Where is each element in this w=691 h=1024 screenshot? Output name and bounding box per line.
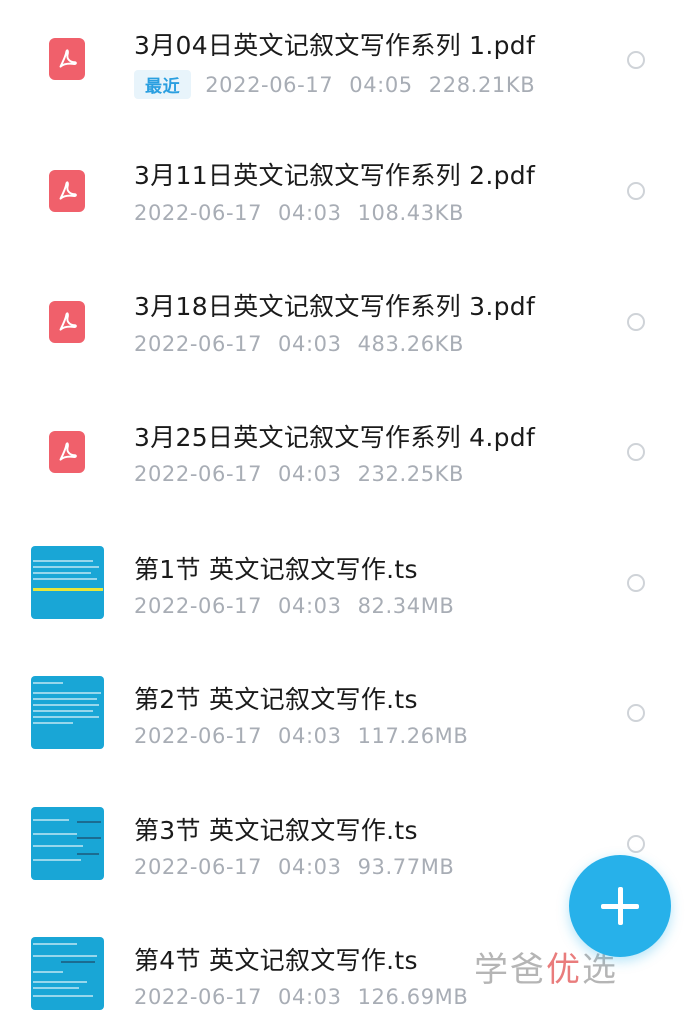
file-meta: 2022-06-17 04:03 117.26MB — [134, 724, 468, 748]
file-date: 2022-06-17 — [134, 724, 263, 748]
file-size: 228.21KB — [428, 72, 536, 97]
file-time: 04:03 — [278, 332, 342, 356]
pdf-file-icon — [49, 38, 85, 80]
file-time: 04:03 — [278, 462, 342, 486]
file-date: 2022-06-17 — [205, 72, 334, 97]
file-name: 3月11日英文记叙文写作系列 2.pdf — [134, 161, 536, 190]
file-meta: 2022-06-17 04:03 232.25KB — [134, 462, 464, 486]
file-row[interactable]: 3月25日英文记叙文写作系列 4.pdf 2022-06-17 04:03 23… — [0, 391, 691, 521]
watermark-text-1: 学爸 — [474, 950, 546, 990]
file-row[interactable]: 3月11日英文记叙文写作系列 2.pdf 2022-06-17 04:03 10… — [0, 130, 691, 260]
file-name: 3月25日英文记叙文写作系列 4.pdf — [134, 423, 536, 452]
select-radio-icon[interactable] — [627, 704, 645, 722]
select-radio-icon[interactable] — [627, 443, 645, 461]
file-date: 2022-06-17 — [134, 332, 263, 356]
file-date: 2022-06-17 — [134, 985, 263, 1009]
video-thumbnail — [31, 807, 104, 880]
file-meta: 2022-06-17 04:03 126.69MB — [134, 985, 468, 1009]
select-radio-icon[interactable] — [627, 313, 645, 331]
select-radio-icon[interactable] — [627, 51, 645, 69]
file-meta: 最近 2022-06-17 04:05 228.21KB — [134, 70, 535, 99]
recent-badge: 最近 — [134, 70, 192, 99]
file-size: 232.25KB — [357, 462, 465, 486]
file-date: 2022-06-17 — [134, 462, 263, 486]
pdf-file-icon — [49, 431, 85, 473]
pdf-file-icon — [49, 170, 85, 212]
file-time: 04:03 — [278, 724, 342, 748]
file-time: 04:03 — [278, 594, 342, 618]
plus-icon-vertical — [617, 887, 623, 925]
select-radio-icon[interactable] — [627, 574, 645, 592]
file-date: 2022-06-17 — [134, 594, 263, 618]
pdf-acrobat-icon — [59, 312, 77, 331]
pdf-file-icon — [49, 301, 85, 343]
file-row[interactable]: 3月18日英文记叙文写作系列 3.pdf 2022-06-17 04:03 48… — [0, 261, 691, 391]
file-time: 04:05 — [349, 72, 413, 97]
file-size: 126.69MB — [357, 985, 469, 1009]
pdf-acrobat-icon — [59, 181, 77, 200]
file-size: 117.26MB — [357, 724, 469, 748]
file-date: 2022-06-17 — [134, 855, 263, 879]
file-name: 第2节 英文记叙文写作.ts — [134, 685, 418, 714]
select-radio-icon[interactable] — [627, 182, 645, 200]
file-row[interactable]: 3月04日英文记叙文写作系列 1.pdf 最近 2022-06-17 04:05… — [0, 0, 691, 130]
file-name: 第3节 英文记叙文写作.ts — [134, 816, 418, 845]
file-size: 93.77MB — [357, 855, 455, 879]
file-size: 82.34MB — [357, 594, 455, 618]
file-name: 3月04日英文记叙文写作系列 1.pdf — [134, 31, 536, 60]
file-meta: 2022-06-17 04:03 483.26KB — [134, 332, 464, 356]
pdf-acrobat-icon — [59, 442, 77, 461]
file-size: 483.26KB — [357, 332, 465, 356]
file-name: 第1节 英文记叙文写作.ts — [134, 555, 418, 584]
file-name: 第4节 英文记叙文写作.ts — [134, 946, 418, 975]
video-thumbnail — [31, 937, 104, 1010]
video-thumbnail — [31, 546, 104, 619]
file-meta: 2022-06-17 04:03 82.34MB — [134, 594, 454, 618]
file-date: 2022-06-17 — [134, 201, 263, 225]
watermark-text-2: 优 — [546, 950, 582, 990]
file-meta: 2022-06-17 04:03 93.77MB — [134, 855, 454, 879]
file-row[interactable]: 第2节 英文记叙文写作.ts 2022-06-17 04:03 117.26MB — [0, 652, 691, 782]
file-list: 3月04日英文记叙文写作系列 1.pdf 最近 2022-06-17 04:05… — [0, 0, 691, 1024]
file-time: 04:03 — [278, 985, 342, 1009]
add-fab-button[interactable] — [569, 855, 671, 957]
select-radio-icon[interactable] — [627, 835, 645, 853]
file-size: 108.43KB — [357, 201, 465, 225]
file-name: 3月18日英文记叙文写作系列 3.pdf — [134, 292, 536, 321]
file-meta: 2022-06-17 04:03 108.43KB — [134, 201, 464, 225]
file-row[interactable]: 第1节 英文记叙文写作.ts 2022-06-17 04:03 82.34MB — [0, 522, 691, 652]
pdf-acrobat-icon — [59, 49, 77, 68]
file-time: 04:03 — [278, 201, 342, 225]
video-thumbnail — [31, 676, 104, 749]
file-time: 04:03 — [278, 855, 342, 879]
